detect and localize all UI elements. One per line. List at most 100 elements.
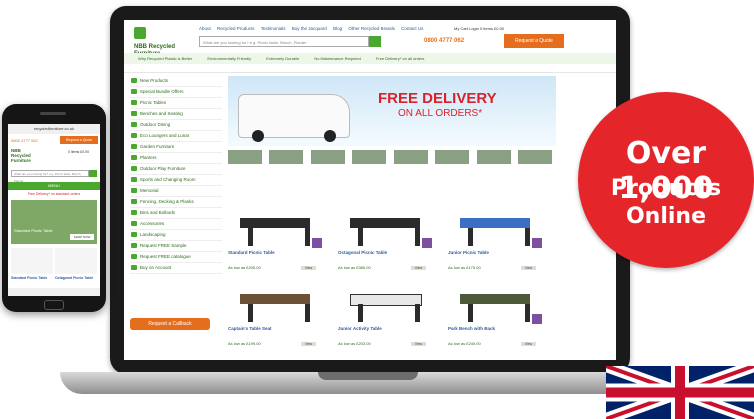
- badge-line-3: Online: [625, 204, 707, 229]
- search-input[interactable]: What are you looking for? e.g. Picnic ta…: [199, 36, 369, 47]
- laptop-hinge-notch: [318, 372, 418, 380]
- sidebar-item[interactable]: New Products: [130, 76, 222, 87]
- nav-link[interactable]: About: [199, 26, 211, 31]
- search-button[interactable]: [369, 36, 381, 47]
- sidebar-item[interactable]: Buy on Account: [130, 263, 222, 274]
- product-name[interactable]: Standard Picnic Table: [11, 276, 47, 280]
- bench-top: [460, 294, 530, 304]
- cart-summary[interactable]: 0 items £0.00: [68, 150, 89, 154]
- category-thumb[interactable]: [518, 150, 553, 164]
- usp-item[interactable]: Why Recycled Plastic is Better: [138, 56, 192, 61]
- category-sidebar: New Products Special Bundle Offers Picni…: [130, 76, 222, 274]
- product-image[interactable]: [448, 206, 546, 250]
- free-delivery-banner[interactable]: FREE DELIVERY ON ALL ORDERS*: [228, 76, 556, 146]
- category-thumb[interactable]: [476, 150, 511, 164]
- site-logo[interactable]: NBB Recycled Furniture: [11, 148, 41, 163]
- sidebar-item[interactable]: Special Bundle Offers: [130, 87, 222, 98]
- bench-legs: [358, 228, 420, 246]
- nav-link[interactable]: Blog: [333, 26, 342, 31]
- sidebar-item[interactable]: Bins and Bollards: [130, 208, 222, 219]
- cart-links[interactable]: My Cart Login 0 items £0.00: [454, 26, 504, 31]
- view-button[interactable]: View: [410, 266, 427, 270]
- shop-now-button[interactable]: SHOP NOW: [70, 234, 94, 240]
- product-card[interactable]: Park Bench with Back As low as £240.00 Vi…: [448, 282, 546, 346]
- bench-top: [350, 218, 420, 228]
- badge-line-2: Products: [610, 176, 722, 201]
- bench-top: [460, 218, 530, 228]
- address-bar[interactable]: recycledfurniture.co.uk: [8, 124, 100, 134]
- bench-legs: [468, 228, 530, 246]
- wheelchair-icon: [422, 238, 432, 248]
- sidebar-item[interactable]: Outdoor Play Furniture: [130, 164, 222, 175]
- sidebar-item[interactable]: Sports and Changing Room: [130, 175, 222, 186]
- sidebar-item[interactable]: Picnic Tables: [130, 98, 222, 109]
- request-quote-button[interactable]: Request a Quote: [60, 136, 98, 144]
- category-thumb[interactable]: [393, 150, 428, 164]
- view-button[interactable]: View: [300, 342, 317, 346]
- product-price: As low as £240.00: [448, 341, 481, 346]
- union-jack-icon: [606, 366, 754, 419]
- top-nav-links: About Recycled Products Testimonials Buy…: [199, 26, 428, 31]
- product-image[interactable]: [11, 248, 53, 274]
- bench-top: [240, 218, 310, 228]
- sidebar-item[interactable]: Fencing, Decking & Planks: [130, 197, 222, 208]
- bench-top: [240, 294, 310, 304]
- product-image[interactable]: [228, 282, 326, 326]
- product-description: [228, 255, 326, 265]
- sidebar-item[interactable]: Outdoor Dining: [130, 120, 222, 131]
- product-card[interactable]: Junior Picnic Table As low as £175.00 Vie…: [448, 206, 546, 270]
- product-image[interactable]: [448, 282, 546, 326]
- view-button[interactable]: View: [520, 342, 537, 346]
- product-description: [338, 255, 436, 265]
- product-image[interactable]: [55, 248, 97, 274]
- nav-link[interactable]: Testimonials: [261, 26, 286, 31]
- menu-button[interactable]: MENU: [8, 182, 100, 190]
- product-card[interactable]: Junior Activity Table As low as £203.00 V…: [338, 282, 436, 346]
- request-callback-button[interactable]: Request a Callback: [130, 318, 210, 330]
- sidebar-item[interactable]: Eco Loungers and Lunar: [130, 131, 222, 142]
- category-thumb[interactable]: [310, 150, 345, 164]
- product-image[interactable]: [228, 206, 326, 250]
- nav-link[interactable]: Contact Us: [401, 26, 423, 31]
- product-image[interactable]: [338, 206, 436, 250]
- request-quote-button[interactable]: Request a Quote: [504, 34, 564, 48]
- sidebar-item[interactable]: Request FREE Sample: [130, 241, 222, 252]
- category-thumb[interactable]: [228, 150, 262, 164]
- sidebar-item[interactable]: Request FREE catalogue: [130, 252, 222, 263]
- product-card[interactable]: Octagonal Picnic Table As low as £385.00…: [338, 206, 436, 270]
- product-card[interactable]: Captain's Table Seat As low as £199.00 Vi…: [228, 282, 326, 346]
- sidebar-item[interactable]: Benches and Seating: [130, 109, 222, 120]
- nav-link[interactable]: Other Recycled Brands: [348, 26, 395, 31]
- usp-item: Extremely Durable: [266, 56, 300, 61]
- nav-link[interactable]: Recycled Products: [217, 26, 255, 31]
- view-button[interactable]: View: [520, 266, 537, 270]
- hero-label: Standard Picnic Table: [14, 228, 53, 233]
- product-card[interactable]: Standard Picnic Table As low as £205.00 V…: [228, 206, 326, 270]
- bench-legs: [468, 304, 530, 322]
- wheelchair-icon: [312, 238, 322, 248]
- view-button[interactable]: View: [300, 266, 317, 270]
- category-thumb[interactable]: [269, 150, 304, 164]
- sidebar-item[interactable]: Memorial: [130, 186, 222, 197]
- sidebar-item[interactable]: Planters: [130, 153, 222, 164]
- category-thumb[interactable]: [352, 150, 387, 164]
- sidebar-item[interactable]: Landscaping: [130, 230, 222, 241]
- phone-number[interactable]: 0800 4777 062: [11, 138, 38, 143]
- nav-link[interactable]: Buy the Jacquard: [292, 26, 327, 31]
- sidebar-item[interactable]: Garden Furniture: [130, 142, 222, 153]
- product-price: As low as £385.00: [338, 265, 371, 270]
- phone-frame: recycledfurniture.co.uk 0800 4777 062 Re…: [2, 104, 106, 312]
- phone-number[interactable]: 0800 4777 062: [424, 38, 464, 44]
- search-button[interactable]: [89, 170, 97, 177]
- laptop-website-screenshot: NBB Recycled Furniture About Recycled Pr…: [124, 20, 616, 360]
- category-thumb[interactable]: [435, 150, 470, 164]
- phone-website-screenshot: recycledfurniture.co.uk 0800 4777 062 Re…: [8, 124, 100, 296]
- view-button[interactable]: View: [410, 342, 427, 346]
- search-input[interactable]: What are you looking for? e.g. Picnic ta…: [11, 170, 89, 183]
- product-image[interactable]: [338, 282, 436, 326]
- sidebar-item[interactable]: Accessories: [130, 219, 222, 230]
- product-name[interactable]: Octagonal Picnic Table: [55, 276, 93, 280]
- usp-bar: Why Recycled Plastic is Better Environme…: [124, 53, 616, 64]
- phone-home-button: [44, 300, 64, 310]
- product-price: As low as £205.00: [228, 265, 261, 270]
